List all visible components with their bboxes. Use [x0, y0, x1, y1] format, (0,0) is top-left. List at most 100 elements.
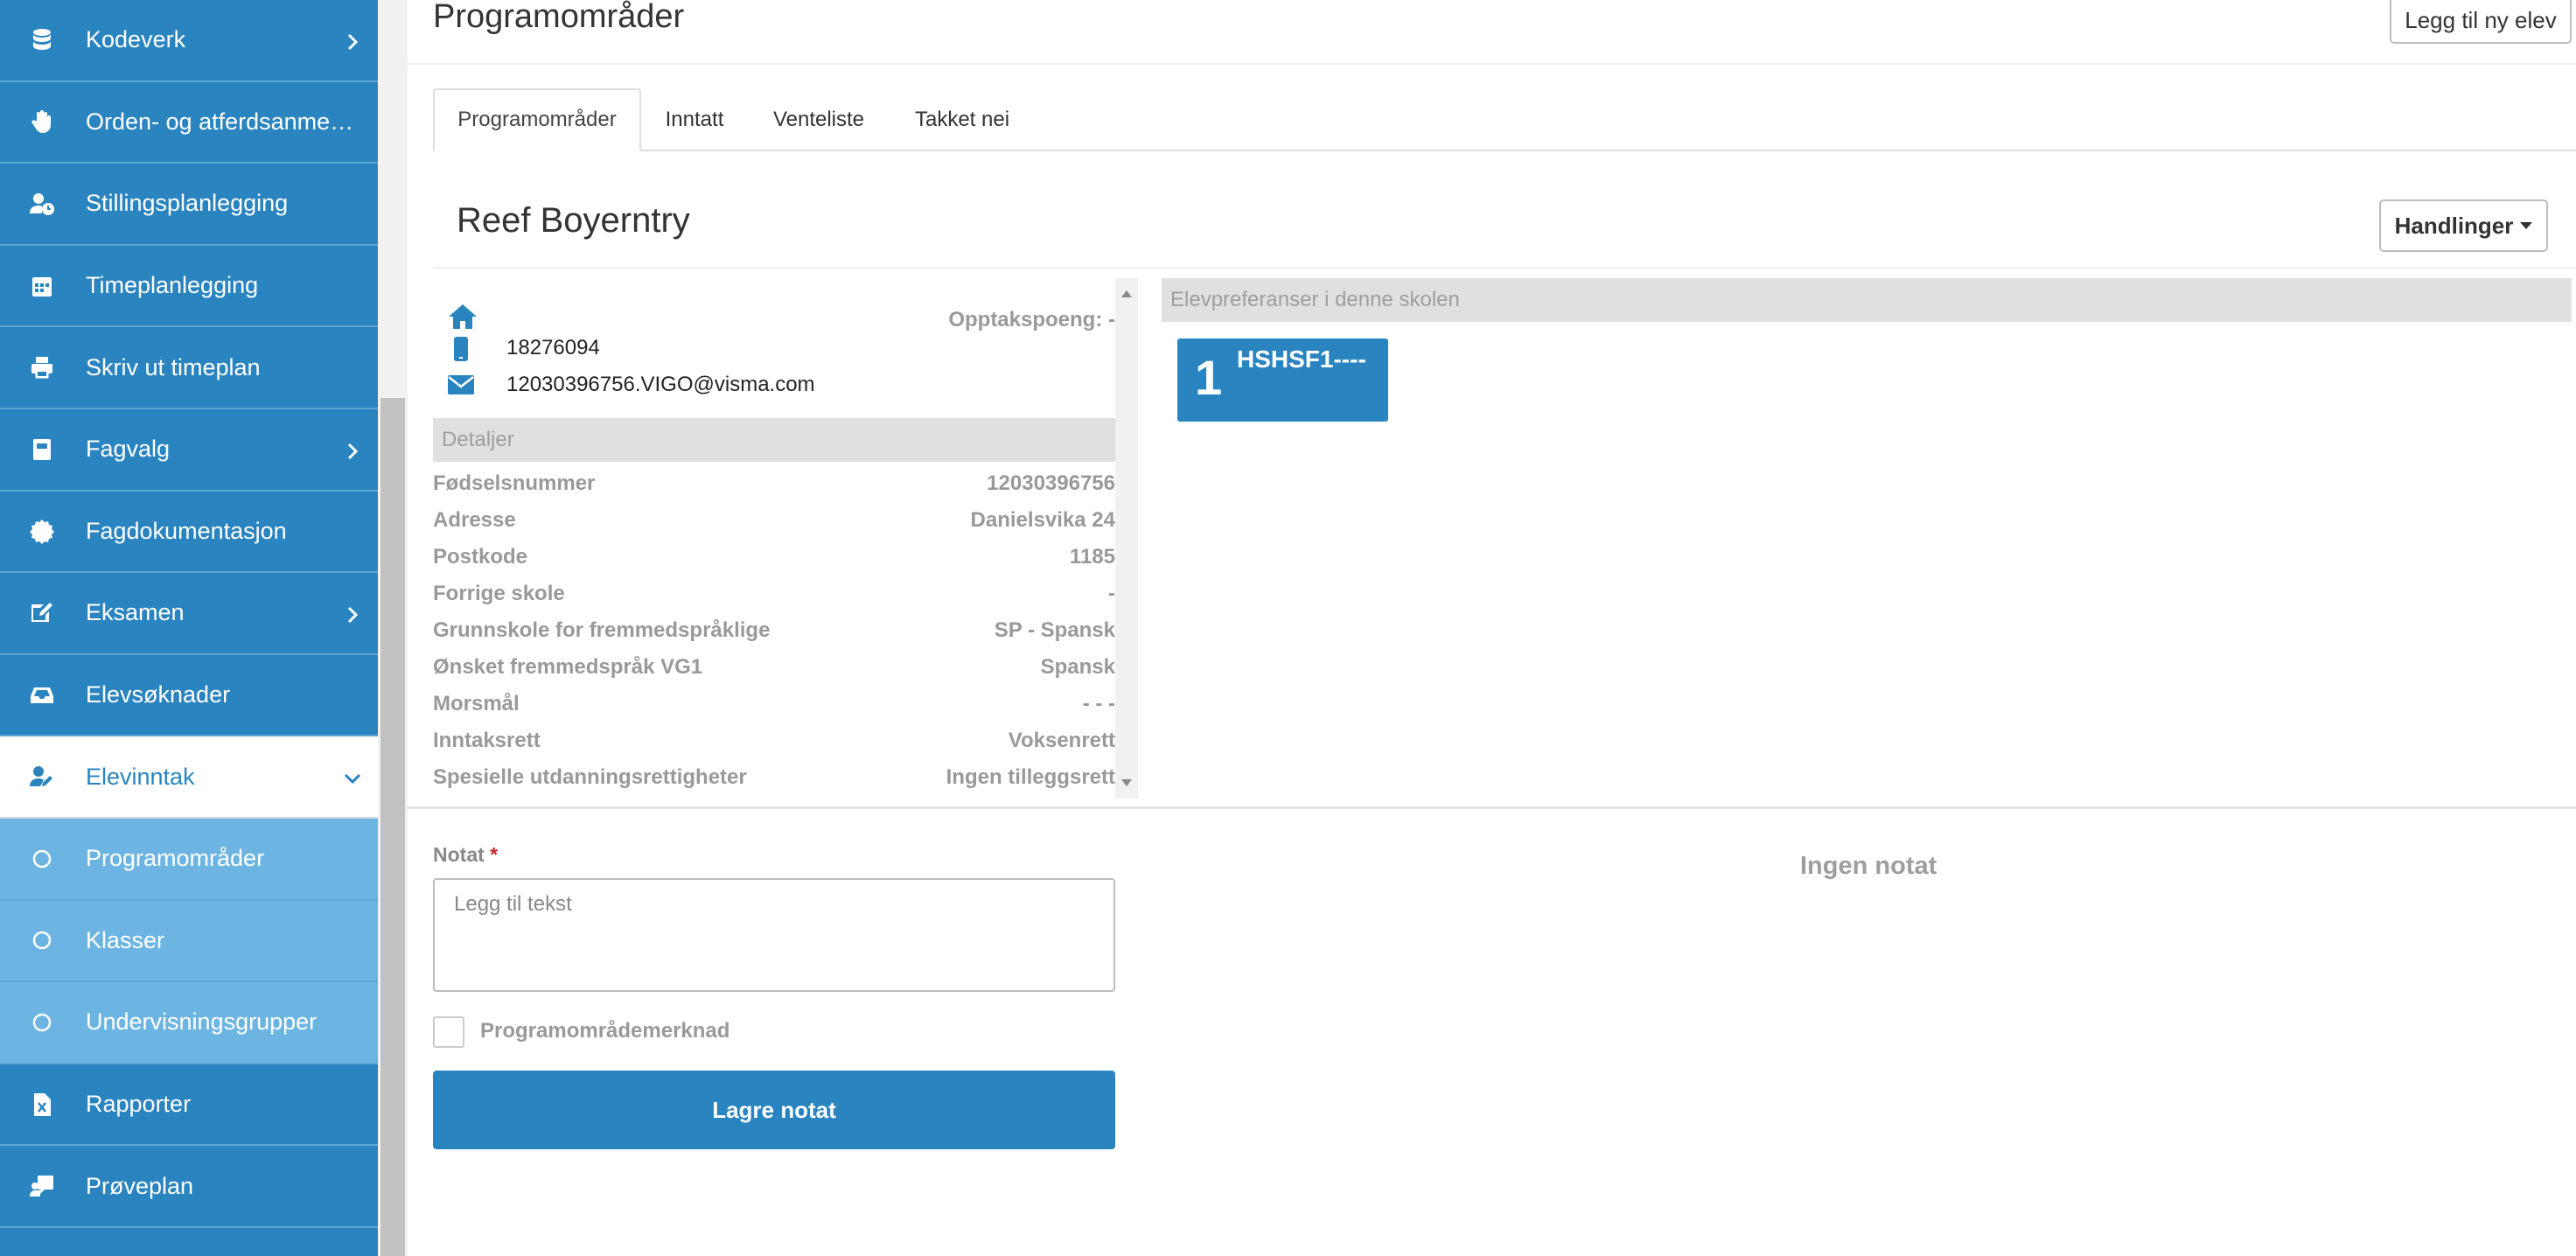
sidebar-item-label: Skriv ut timeplan [86, 353, 261, 380]
detail-label: Forrige skole [433, 582, 565, 605]
sidebar-item-skriv-ut-timeplan[interactable]: Skriv ut timeplan [0, 327, 378, 409]
sidebar-item-orden-og-atferdsanmerkninger[interactable]: Orden- og atferdsanmerkninger [0, 82, 378, 164]
sidebar-item-fagvalg[interactable]: Fagvalg [0, 409, 378, 492]
user-clock-icon [26, 188, 58, 220]
tab-venteliste[interactable]: Venteliste [753, 88, 884, 151]
sidebar-item-rapporter[interactable]: Rapporter [0, 1064, 378, 1147]
sidebar-item-label: Undervisningsgrupper [86, 1008, 318, 1036]
envelope-icon [447, 374, 475, 400]
scrollbar-thumb[interactable] [380, 398, 405, 1256]
details-header: Detaljer [433, 418, 1115, 462]
circle-icon [26, 1007, 58, 1038]
sidebar-item-label: Rapporter [86, 1091, 192, 1118]
note-label-text: Notat [433, 843, 485, 866]
sidebar-item-label: Stillingsplanlegging [86, 190, 289, 217]
detail-row: Postkode 1185 [433, 539, 1115, 576]
detail-value: - [1108, 582, 1115, 605]
chevron-right-icon[interactable] [343, 604, 362, 624]
note-input[interactable] [433, 878, 1115, 992]
header-divider [408, 63, 2576, 65]
sidebar-item-label: Fagvalg [86, 436, 171, 463]
student-name: Reef Boyerntry [457, 201, 690, 240]
sidebar-item-label: Prøveplan [86, 1172, 194, 1199]
detail-label: Inntaksrett [433, 729, 541, 752]
page-title: Programområder [433, 0, 685, 35]
sidebar-item-kodeverk[interactable]: Kodeverk [0, 0, 378, 82]
sidebar-item-label: Kodeverk [86, 26, 186, 53]
user-edit-icon [26, 761, 58, 792]
hand-icon [26, 106, 58, 137]
sidebar-item-label: Timeplanlegging [86, 272, 259, 299]
tab-inntatt[interactable]: Inntatt [646, 88, 743, 151]
preference-code: HSHSF1---- [1237, 345, 1366, 373]
mobile-phone-icon [452, 336, 470, 366]
chevron-down-icon[interactable] [343, 767, 362, 786]
circle-icon [26, 843, 58, 875]
main-content: Programområder Legg til ny elev Programo… [408, 0, 2576, 1256]
inbox-icon [26, 680, 58, 711]
preference-rank: 1 [1195, 350, 1223, 405]
programomrade-remark-label[interactable]: Programområdemerknad [480, 1019, 730, 1043]
scroll-up-arrow-icon[interactable] [1121, 290, 1132, 297]
detail-value: 12030396756 [987, 471, 1115, 495]
detail-label: Morsmål [433, 692, 520, 715]
chevron-right-icon[interactable] [343, 31, 362, 50]
detail-row: Inntaksrett Voksenrett [433, 722, 1115, 759]
caret-down-icon [2520, 222, 2533, 229]
sidebar-item-pr-veplan[interactable]: Prøveplan [0, 1146, 378, 1228]
programomrade-remark-checkbox[interactable] [433, 1016, 464, 1048]
sidebar-item-label: Elevinntak [86, 763, 195, 790]
scroll-down-arrow-icon[interactable] [1121, 779, 1132, 786]
calendar-icon [26, 270, 58, 302]
add-student-button[interactable]: Legg til ny elev [2390, 0, 2572, 44]
detail-label: Spesielle utdanningsrettigheter [433, 765, 747, 789]
detail-row: Spesielle utdanningsrettigheter Ingen til… [433, 759, 1115, 796]
sidebar-item-label: Orden- og atferdsanmerkninger [86, 108, 357, 135]
tab-takket-nei[interactable]: Takket nei [897, 88, 1028, 151]
sidebar-item-label: Klasser [86, 926, 165, 953]
detail-label: Adresse [433, 508, 516, 532]
database-icon [26, 24, 58, 56]
detail-value: Spansk [1040, 655, 1115, 679]
sidebar-item-undervisningsgrupper[interactable]: Undervisningsgrupper [0, 982, 378, 1064]
excel-file-icon [26, 1089, 58, 1120]
detail-label: Grunnskole for fremmedspråklige [433, 618, 771, 642]
sidebar-item-label: Programområder [86, 845, 265, 872]
sidebar-item-eksamen[interactable]: Eksamen [0, 573, 378, 655]
certificate-icon [26, 515, 58, 547]
actions-dropdown-button[interactable]: Handlinger [2379, 199, 2548, 252]
section-divider [408, 806, 2576, 809]
sidebar-item-fagdokumentasjon[interactable]: Fagdokumentasjon [0, 492, 378, 574]
detail-label: Ønsket fremmedspråk VG1 [433, 655, 703, 679]
detail-row: Grunnskole for fremmedspråklige SP - Span… [433, 612, 1115, 649]
detail-value: 1185 [1069, 545, 1115, 569]
sidebar-item-elevinntak[interactable]: Elevinntak [0, 736, 378, 819]
detail-label: Postkode [433, 545, 528, 569]
student-info-panel: 18276094 12030396756.VIGO@visma.com Oppt… [433, 278, 1115, 799]
detail-row: Forrige skole - [433, 576, 1115, 612]
save-note-button[interactable]: Lagre notat [433, 1071, 1115, 1149]
sidebar-item-timeplanlegging[interactable]: Timeplanlegging [0, 246, 378, 328]
detail-row: Adresse Danielsvika 24 [433, 502, 1115, 539]
sidebar: Kodeverk Orden- og atferdsanmerkninger Sti… [0, 0, 378, 1256]
info-panel-scrollbar[interactable] [1115, 278, 1138, 799]
sidebar-item-stillingsplanlegging[interactable]: Stillingsplanlegging [0, 164, 378, 246]
preference-card[interactable]: 1 HSHSF1---- [1177, 338, 1388, 422]
no-note-text: Ingen notat [1800, 852, 1937, 880]
detail-value: - - - [1082, 692, 1115, 715]
name-divider [433, 267, 2576, 269]
student-email[interactable]: 12030396756.VIGO@visma.com [506, 373, 815, 397]
chevron-right-icon[interactable] [343, 440, 362, 459]
sidebar-item-klasser[interactable]: Klasser [0, 900, 378, 983]
detail-value: Danielsvika 24 [970, 508, 1115, 532]
required-mark: * [490, 843, 499, 866]
sidebar-item-label: Elevsøknader [86, 681, 231, 708]
circle-icon [26, 925, 58, 956]
sidebar-item-elevs-knader[interactable]: Elevsøknader [0, 655, 378, 737]
actions-label: Handlinger [2394, 212, 2514, 239]
sidebar-scrollbar[interactable] [378, 0, 408, 1256]
note-label: Notat * [433, 843, 498, 867]
detail-row: Fødselsnummer 12030396756 [433, 465, 1115, 502]
sidebar-item-programomr-der[interactable]: Programområder [0, 818, 378, 901]
tab-programomrader[interactable]: Programområder [433, 88, 641, 151]
